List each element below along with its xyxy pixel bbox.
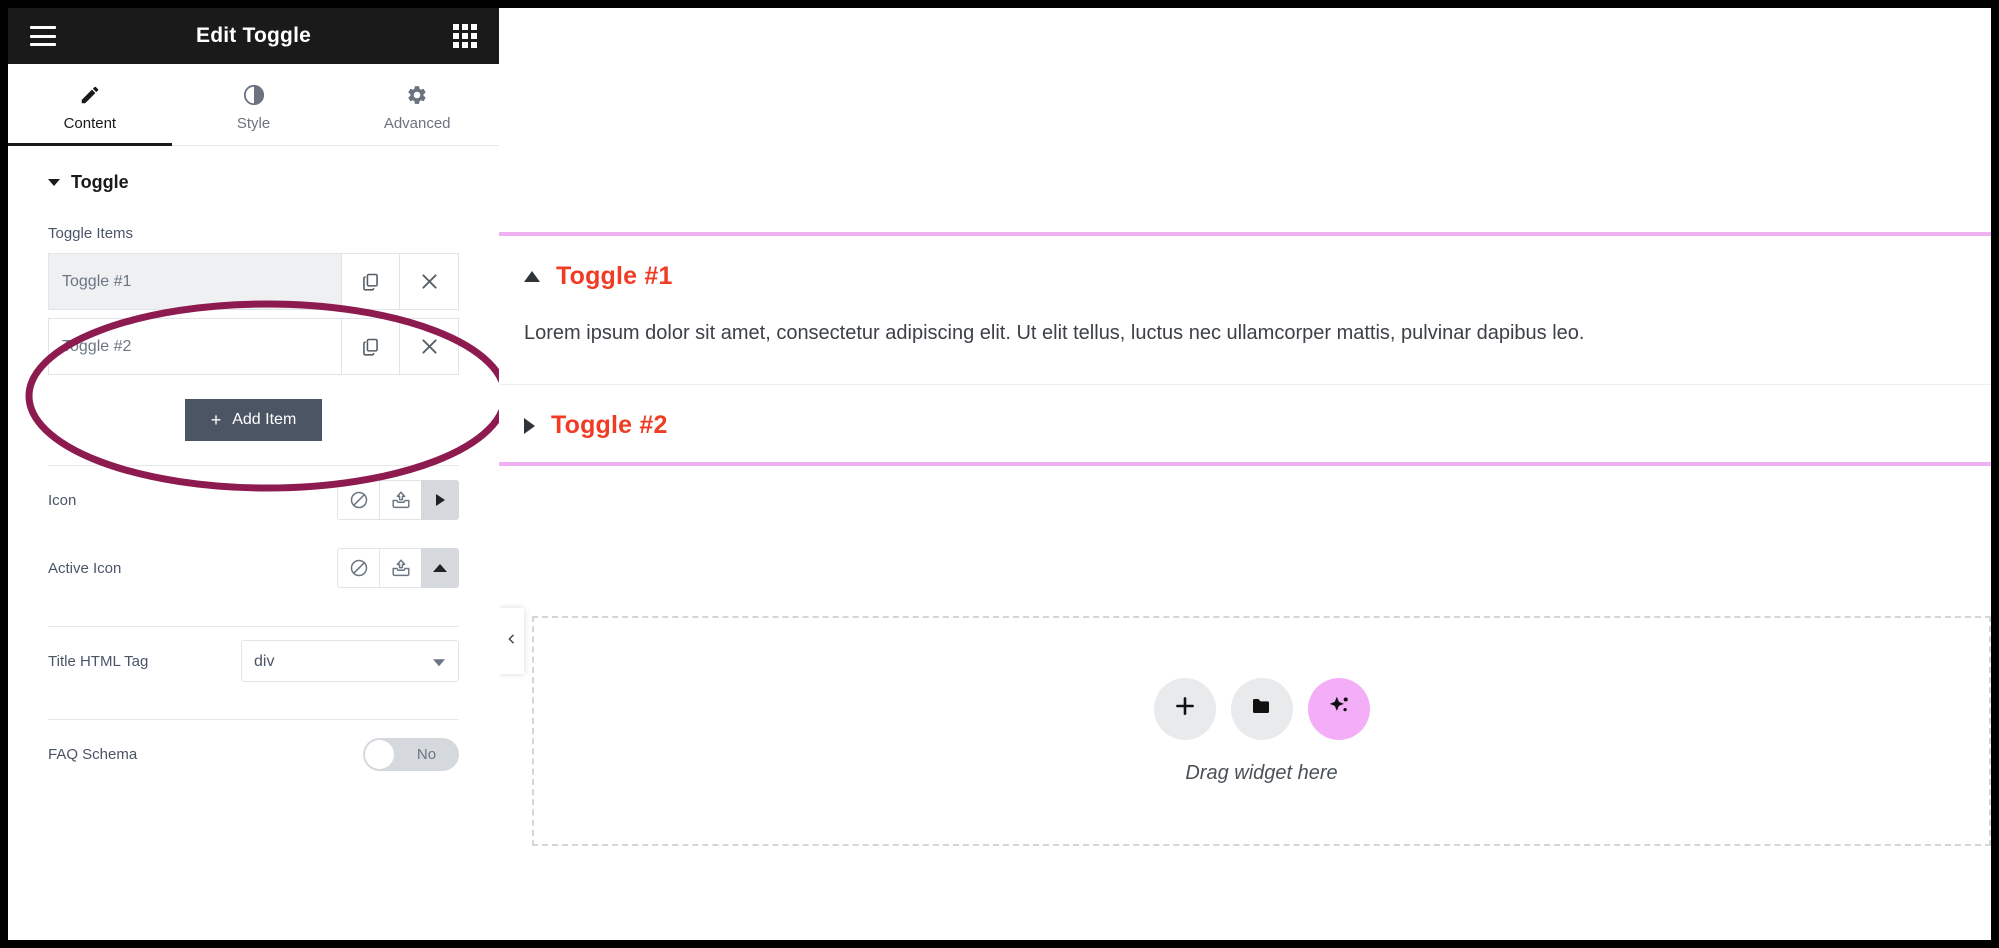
tab-content-label: Content [63,114,117,132]
editor-panel: Edit Toggle Content Style Advanced Toggl… [8,8,499,940]
active-icon-picker-collapse-up[interactable] [421,548,459,588]
plus-icon: + [210,410,222,430]
tab-advanced[interactable]: Advanced [335,64,499,145]
toggle-title: Toggle #1 [556,262,673,290]
tab-style[interactable]: Style [172,64,336,145]
canvas-inner: Toggle #1 Lorem ipsum dolor sit amet, co… [499,8,1991,940]
hamburger-menu-icon[interactable] [30,26,56,46]
template-library-button[interactable] [1230,677,1293,740]
repeater-item-title[interactable]: Toggle #2 [49,319,342,374]
chevron-down-icon [48,179,60,186]
folder-icon [1250,694,1274,723]
toggle-title: Toggle #2 [551,411,668,439]
toggle-items-repeater: Toggle #1 Toggle #2 [8,253,499,375]
table-row[interactable]: Toggle #2 [48,318,459,375]
triangle-right-icon [435,494,445,506]
tab-advanced-label: Advanced [383,114,451,132]
triangle-right-icon [524,417,535,434]
active-icon-label: Active Icon [48,559,122,577]
toggle-header[interactable]: Toggle #1 [499,236,1991,313]
ban-none-icon[interactable] [337,548,379,588]
tab-style-label: Style [236,114,271,132]
upload-library-icon[interactable] [379,480,421,520]
icon-picker [337,480,459,520]
toggle-widget: Toggle #1 Lorem ipsum dolor sit amet, co… [499,232,1991,466]
toggle-items-label-wrap: Toggle Items [8,201,499,253]
toggle-content: Lorem ipsum dolor sit amet, consectetur … [524,322,1585,344]
add-item-button[interactable]: + Add Item [184,399,323,441]
section-toggle-header[interactable]: Toggle [8,146,499,201]
upload-library-icon[interactable] [379,548,421,588]
toggle-item: Toggle #2 [499,384,1991,462]
triangle-up-icon [524,271,540,282]
control-icon: Icon [8,466,499,534]
preview-canvas: Toggle #1 Lorem ipsum dolor sit amet, co… [499,8,1991,940]
add-item-label: Add Item [232,411,297,428]
active-icon-picker [337,548,459,588]
ai-button[interactable] [1307,677,1370,740]
title-html-tag-select-wrap: h1h2h3h4h5h6divspanp [241,640,459,682]
drop-zone-buttons [1153,677,1370,740]
copy-icon[interactable] [342,254,400,309]
table-row[interactable]: Toggle #1 [48,253,459,310]
section-toggle-title: Toggle [71,172,129,192]
panel-tabs: Content Style Advanced [8,64,499,146]
ai-sparkles-icon [1326,693,1352,724]
chevron-left-icon [505,631,518,652]
panel-header: Edit Toggle [8,8,499,64]
toggle-items-label: Toggle Items [48,225,134,242]
title-html-tag-select[interactable]: h1h2h3h4h5h6divspanp [241,640,459,682]
triangle-up-icon [433,564,447,572]
close-x-icon[interactable] [400,254,458,309]
control-title-html-tag: Title HTML Tag h1h2h3h4h5h6divspanp [8,627,499,695]
faq-schema-value: No [416,745,437,763]
icon-label: Icon [48,491,77,509]
copy-icon[interactable] [342,319,400,374]
plus-icon [1172,693,1198,724]
faq-schema-label: FAQ Schema [48,745,138,763]
grid-widgets-icon[interactable] [453,24,477,48]
elementor-editor-screen: Edit Toggle Content Style Advanced Toggl… [0,0,1999,948]
contrast-circle-icon [243,84,265,106]
toggle-item: Toggle #1 Lorem ipsum dolor sit amet, co… [499,236,1991,384]
add-item-wrap: + Add Item [8,383,499,441]
toggle-header[interactable]: Toggle #2 [499,385,1991,462]
drag-widget-label: Drag widget here [1185,761,1338,784]
control-active-icon: Active Icon [8,534,499,602]
repeater-item-title[interactable]: Toggle #1 [49,254,342,309]
icon-picker-expand-right[interactable] [421,480,459,520]
toggle-knob [365,739,394,769]
panel-body: Toggle Toggle Items Toggle #1 Toggle #2 … [8,146,499,940]
ban-none-icon[interactable] [337,480,379,520]
close-x-icon[interactable] [400,319,458,374]
panel-collapse-handle[interactable] [499,608,524,674]
faq-schema-toggle[interactable]: No [363,737,459,771]
panel-title: Edit Toggle [196,24,311,47]
title-html-tag-label: Title HTML Tag [48,652,149,670]
drop-widget-area[interactable]: Drag widget here [532,616,1991,846]
control-faq-schema: FAQ Schema No [8,720,499,788]
gear-icon [406,84,428,106]
pencil-icon [79,84,101,106]
tab-content[interactable]: Content [8,64,172,146]
add-element-button[interactable] [1153,677,1216,740]
